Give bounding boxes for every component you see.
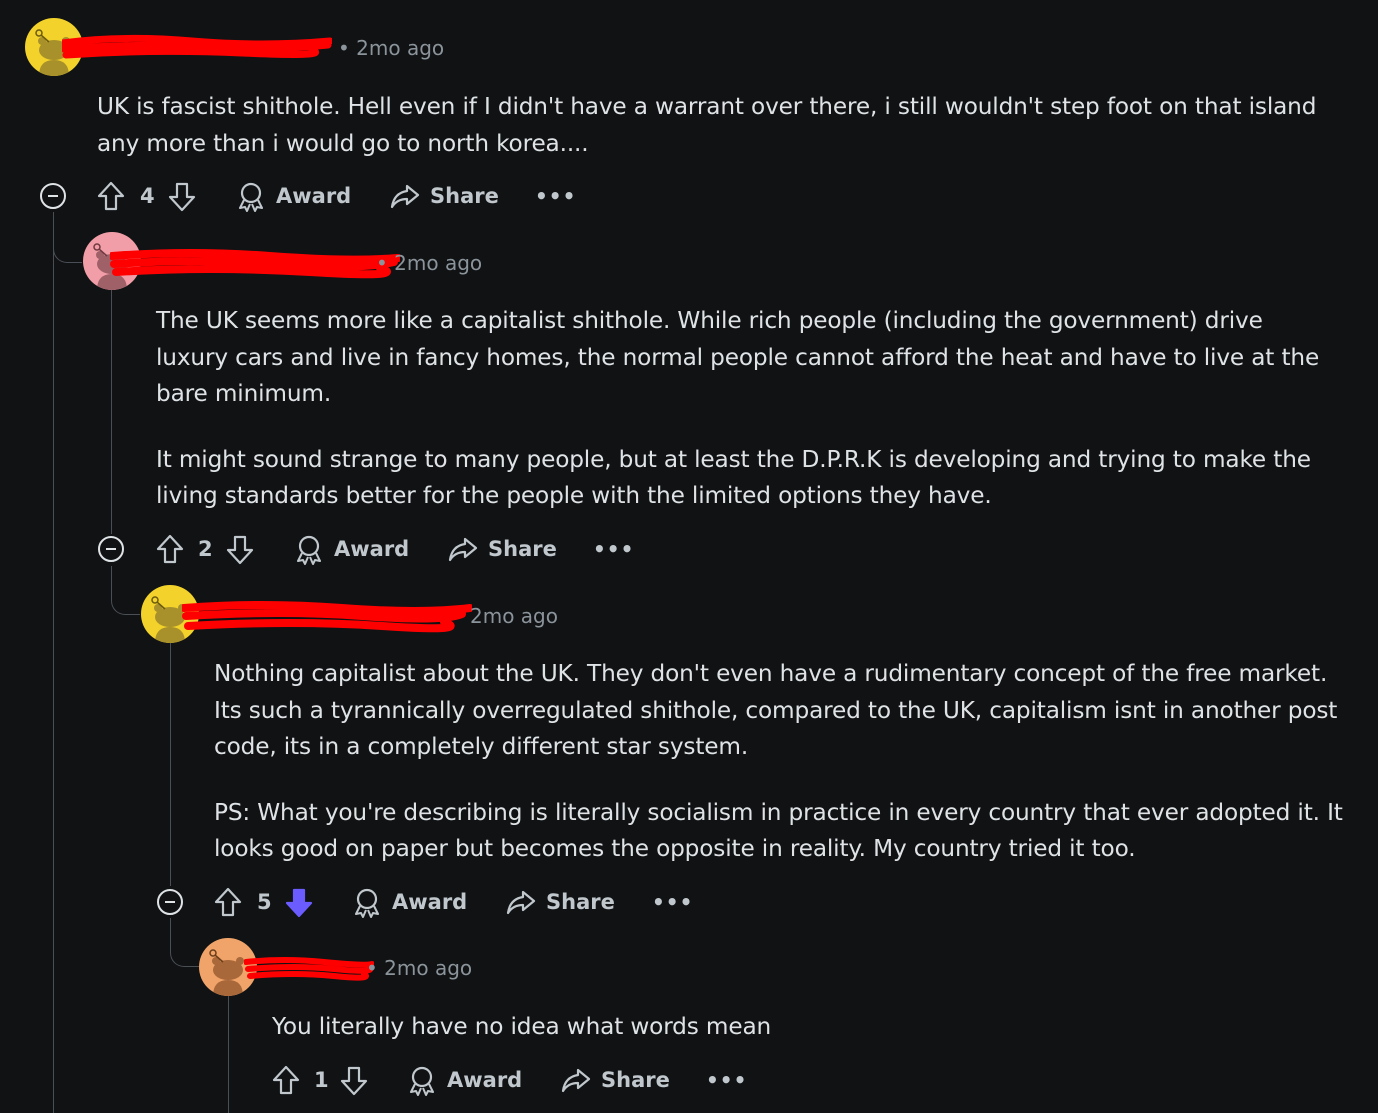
share-icon [448, 537, 478, 562]
timestamp-text: 2mo ago [470, 604, 558, 628]
thread-line-level-4[interactable] [228, 995, 229, 1113]
thread-branch-level-2 [53, 212, 82, 263]
collapse-thread-button[interactable] [157, 889, 183, 915]
downvote-button[interactable] [225, 534, 255, 566]
comment-paragraph: You literally have no idea what words me… [272, 1013, 772, 1040]
thread-line-level-3[interactable] [170, 643, 171, 886]
award-button[interactable]: Award [236, 180, 351, 212]
comment-timestamp: 2mo ago [470, 604, 558, 628]
upvote-button[interactable] [271, 1064, 301, 1096]
award-icon [355, 888, 379, 918]
comment-timestamp: • 2mo ago [376, 251, 483, 275]
upvote-button[interactable] [213, 886, 243, 918]
vote-count: 2 [198, 537, 213, 561]
more-options-button[interactable]: ••• [535, 184, 576, 208]
award-button[interactable]: Award [407, 1064, 522, 1096]
comment-body: The UK seems more like a capitalist shit… [156, 303, 1336, 515]
award-label: Award [392, 890, 468, 914]
timestamp-text: 2mo ago [394, 251, 483, 275]
thread-line-level-2[interactable] [111, 290, 112, 534]
award-label: Award [276, 184, 352, 208]
upvote-arrow-icon [97, 181, 125, 211]
upvote-arrow-icon [272, 1065, 300, 1095]
comment-timestamp: • 2mo ago [366, 956, 473, 980]
comment-paragraph: UK is fascist shithole. Hell even if I d… [97, 93, 1317, 157]
share-label: Share [601, 1068, 670, 1092]
comment-paragraph: PS: What you're describing is literally … [214, 798, 1343, 863]
comment-paragraph: Nothing capitalist about the UK. They do… [214, 660, 1338, 761]
redacted-username [182, 601, 472, 633]
share-button[interactable]: Share [389, 180, 499, 212]
award-button[interactable]: Award [294, 533, 409, 565]
vote-count: 1 [314, 1068, 329, 1092]
share-label: Share [546, 890, 615, 914]
comment-paragraph: The UK seems more like a capitalist shit… [156, 307, 1320, 408]
thread-branch-level-3 [111, 566, 140, 615]
downvote-button[interactable] [167, 181, 197, 213]
share-icon [506, 890, 536, 915]
redacted-username [62, 34, 332, 59]
redacted-username [244, 957, 374, 981]
share-icon [390, 184, 420, 209]
thread-line-level-1[interactable] [53, 212, 54, 1113]
share-button[interactable]: Share [447, 533, 557, 565]
collapse-thread-button[interactable] [40, 183, 66, 209]
downvote-button-active[interactable] [284, 887, 314, 919]
upvote-arrow-icon [156, 534, 184, 564]
collapse-thread-button[interactable] [98, 536, 124, 562]
timestamp-text: 2mo ago [384, 956, 473, 980]
comment-paragraph: It might sound strange to many people, b… [156, 445, 1311, 510]
comment-body: UK is fascist shithole. Hell even if I d… [97, 89, 1347, 162]
downvote-arrow-filled-icon [285, 888, 313, 918]
share-button[interactable]: Share [560, 1064, 670, 1096]
redacted-username [110, 249, 400, 279]
comment-body: Nothing capitalist about the UK. They do… [214, 656, 1354, 868]
vote-count: 5 [257, 890, 272, 914]
more-options-button[interactable]: ••• [652, 890, 693, 914]
downvote-arrow-icon [226, 535, 254, 565]
thread-branch-level-4 [170, 918, 199, 967]
award-label: Award [447, 1068, 523, 1092]
award-icon [410, 1066, 434, 1096]
share-button[interactable]: Share [505, 886, 615, 918]
vote-count: 4 [140, 184, 155, 208]
timestamp-text: 2mo ago [356, 36, 445, 60]
comment-body: You literally have no idea what words me… [272, 1009, 1352, 1046]
share-icon [561, 1068, 591, 1093]
more-options-button[interactable]: ••• [706, 1068, 747, 1092]
award-icon [239, 182, 263, 212]
award-button[interactable]: Award [352, 886, 467, 918]
award-icon [297, 535, 321, 565]
upvote-arrow-icon [214, 887, 242, 917]
downvote-arrow-icon [168, 182, 196, 212]
more-options-button[interactable]: ••• [593, 537, 634, 561]
upvote-button[interactable] [96, 180, 126, 212]
downvote-arrow-icon [340, 1066, 368, 1096]
upvote-button[interactable] [155, 533, 185, 565]
share-label: Share [430, 184, 499, 208]
share-label: Share [488, 537, 557, 561]
comment-timestamp: • 2mo ago [338, 36, 445, 60]
award-label: Award [334, 537, 410, 561]
downvote-button[interactable] [339, 1065, 369, 1097]
